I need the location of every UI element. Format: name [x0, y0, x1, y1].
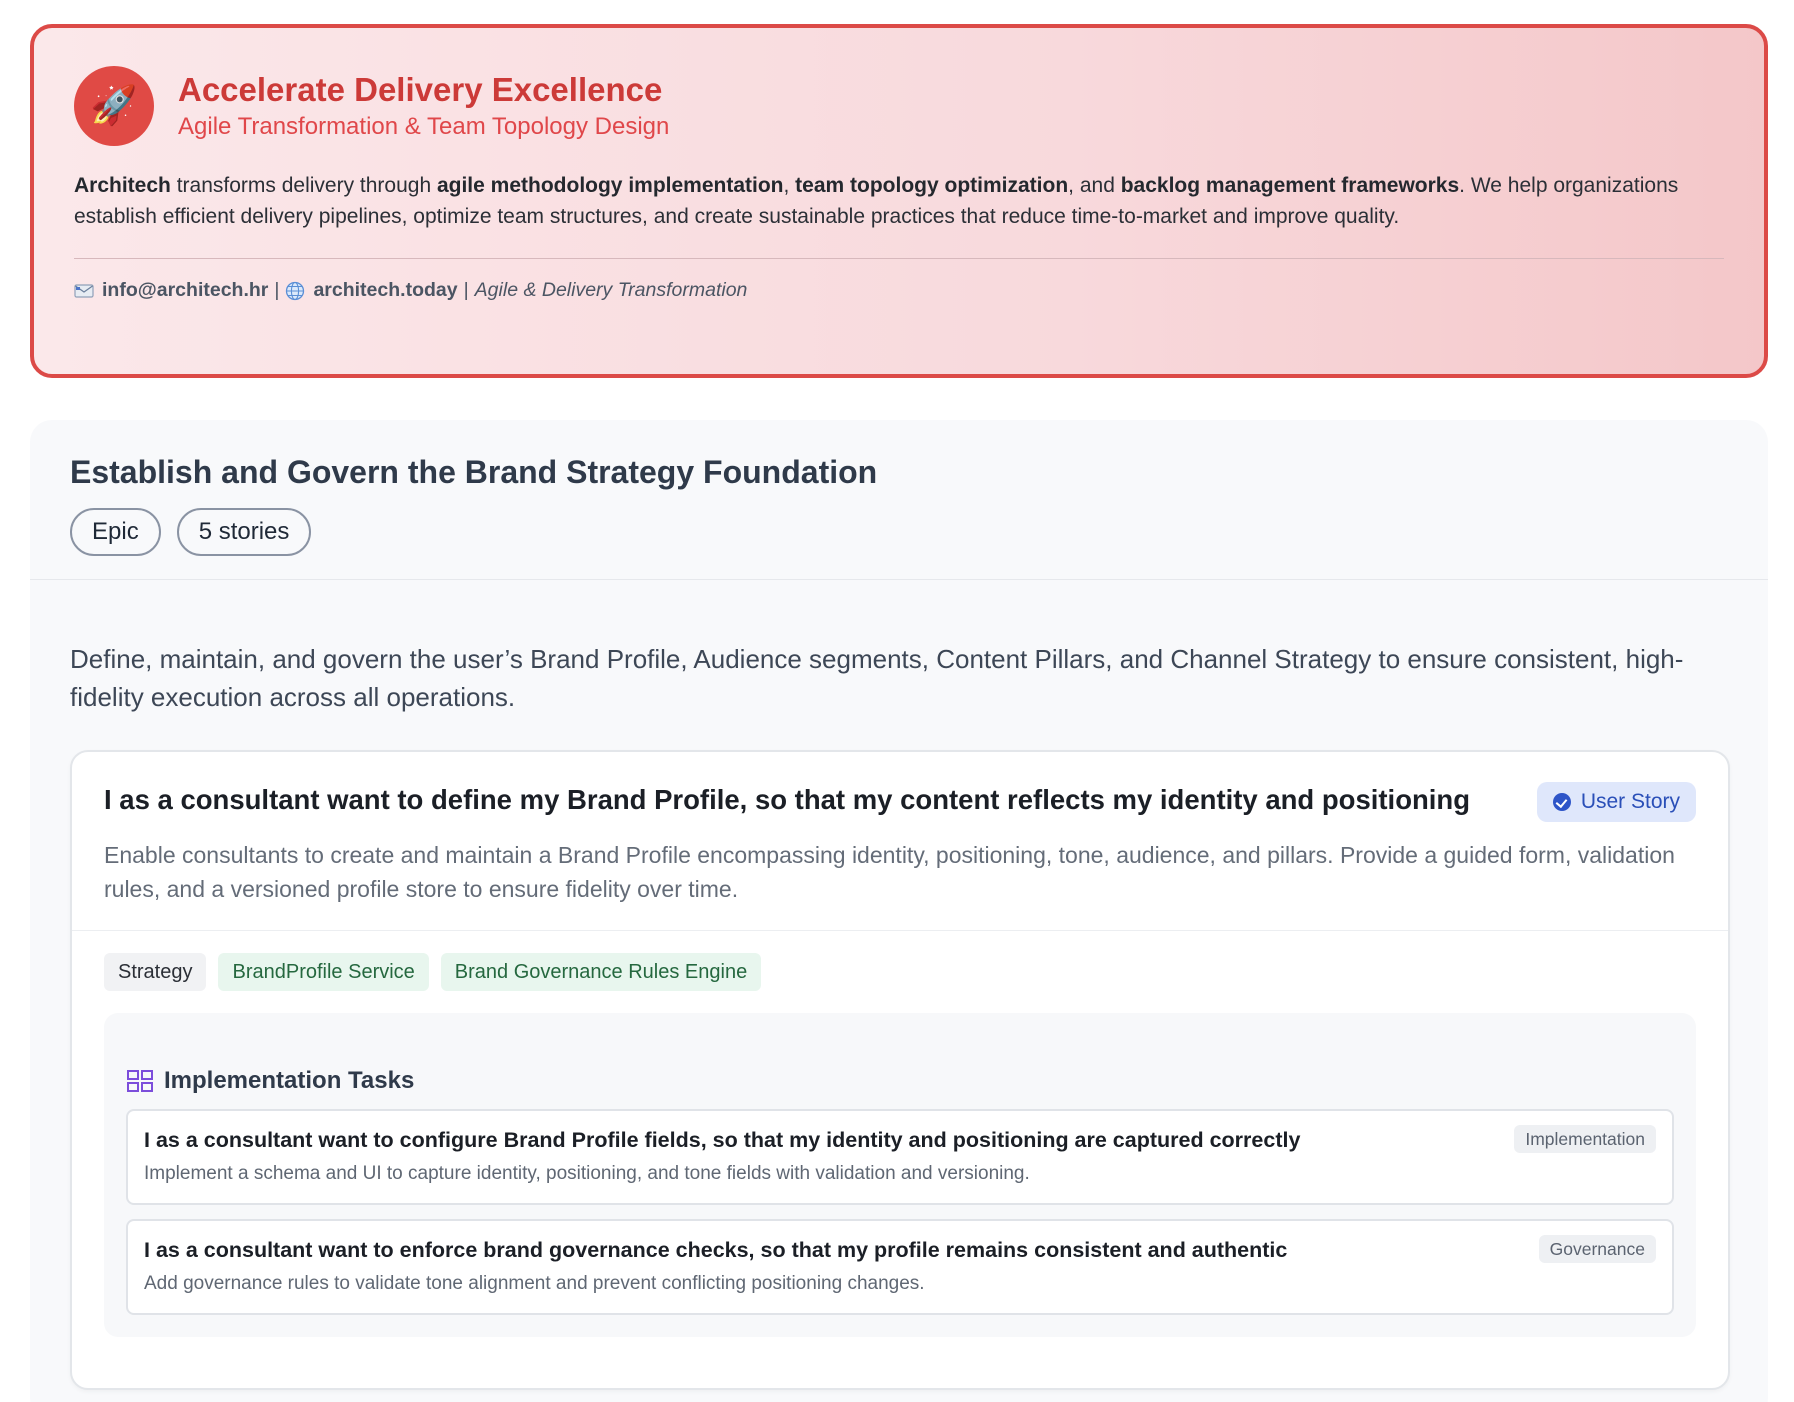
- task-tag-implementation: Implementation: [1514, 1125, 1656, 1153]
- task-item[interactable]: I as a consultant want to enforce brand …: [126, 1219, 1674, 1315]
- tag-strategy: Strategy: [104, 953, 207, 991]
- epic-type-badge: Epic: [70, 508, 161, 556]
- tag-brandprofile-service: BrandProfile Service: [218, 953, 429, 991]
- epic-description: Define, maintain, and govern the user’s …: [70, 644, 1684, 712]
- tasks-heading: Implementation Tasks: [126, 1067, 1674, 1095]
- contact-line: info@architech.hr | architech.today | Ag…: [74, 279, 1724, 302]
- implementation-tasks-section: Implementation Tasks I as a consultant w…: [104, 1013, 1696, 1337]
- hero-banner: 🚀 Accelerate Delivery Excellence Agile T…: [30, 24, 1768, 378]
- hero-desc-highlight: team topology optimization: [795, 174, 1069, 197]
- task-item[interactable]: I as a consultant want to configure Bran…: [126, 1109, 1674, 1205]
- story-description: Enable consultants to create and maintai…: [104, 842, 1675, 902]
- globe-icon: [286, 281, 305, 300]
- epic-header: Establish and Govern the Brand Strategy …: [30, 420, 1768, 580]
- rocket-icon: 🚀: [74, 66, 154, 146]
- hero-desc-text: transforms delivery through: [170, 174, 437, 197]
- story-body: Strategy BrandProfile Service Brand Gove…: [72, 931, 1728, 1337]
- contact-email-link[interactable]: info@architech.hr: [102, 279, 268, 302]
- story-title: I as a consultant want to define my Bran…: [104, 784, 1471, 815]
- epic-title: Establish and Govern the Brand Strategy …: [70, 454, 878, 490]
- email-icon: [74, 283, 94, 298]
- hero-desc-highlight: backlog management frameworks: [1120, 174, 1460, 197]
- hero-desc-text: , and: [1068, 174, 1121, 197]
- hero-desc-highlight: agile methodology implementation: [436, 174, 784, 197]
- user-story-badge: User Story: [1536, 782, 1696, 822]
- story-tags: Strategy BrandProfile Service Brand Gove…: [104, 953, 1696, 991]
- task-title: I as a consultant want to enforce brand …: [144, 1238, 1288, 1262]
- check-circle-icon: [1552, 793, 1571, 811]
- task-title: I as a consultant want to configure Bran…: [144, 1128, 1301, 1152]
- hero-divider: [74, 258, 1724, 259]
- contact-website-link[interactable]: architech.today: [313, 279, 457, 302]
- story-header: I as a consultant want to define my Bran…: [72, 752, 1728, 931]
- task-description: Add governance rules to validate tone al…: [144, 1273, 925, 1294]
- epic-badges: Epic 5 stories: [70, 508, 1728, 556]
- hero-title: Accelerate Delivery Excellence: [178, 71, 663, 108]
- hero-description: Architech transforms delivery through ag…: [74, 170, 1724, 232]
- contact-separator: |: [463, 279, 469, 301]
- task-tag-governance: Governance: [1538, 1235, 1656, 1263]
- contact-separator: |: [274, 279, 280, 301]
- task-row: I as a consultant want to configure Bran…: [144, 1125, 1656, 1155]
- story-title-row: I as a consultant want to define my Bran…: [104, 782, 1696, 822]
- hero-desc-text: ,: [783, 174, 796, 197]
- company-name: Architech: [74, 174, 171, 197]
- epic-panel: Establish and Govern the Brand Strategy …: [30, 420, 1768, 1402]
- hero-header: 🚀 Accelerate Delivery Excellence Agile T…: [74, 66, 1724, 146]
- hero-titles: Accelerate Delivery Excellence Agile Tra…: [178, 70, 669, 142]
- story-count-badge: 5 stories: [176, 508, 312, 556]
- user-story-badge-label: User Story: [1580, 790, 1680, 813]
- user-story-card[interactable]: I as a consultant want to define my Bran…: [70, 750, 1730, 1390]
- contact-tagline: Agile & Delivery Transformation: [474, 279, 748, 301]
- hero-subtitle: Agile Transformation & Team Topology Des…: [178, 113, 670, 140]
- tasks-heading-label: Implementation Tasks: [164, 1067, 415, 1094]
- task-description: Implement a schema and UI to capture ide…: [144, 1163, 1030, 1184]
- grid-icon: [127, 1070, 153, 1092]
- tag-brand-governance-rules-engine: Brand Governance Rules Engine: [440, 953, 762, 991]
- task-row: I as a consultant want to enforce brand …: [144, 1235, 1656, 1265]
